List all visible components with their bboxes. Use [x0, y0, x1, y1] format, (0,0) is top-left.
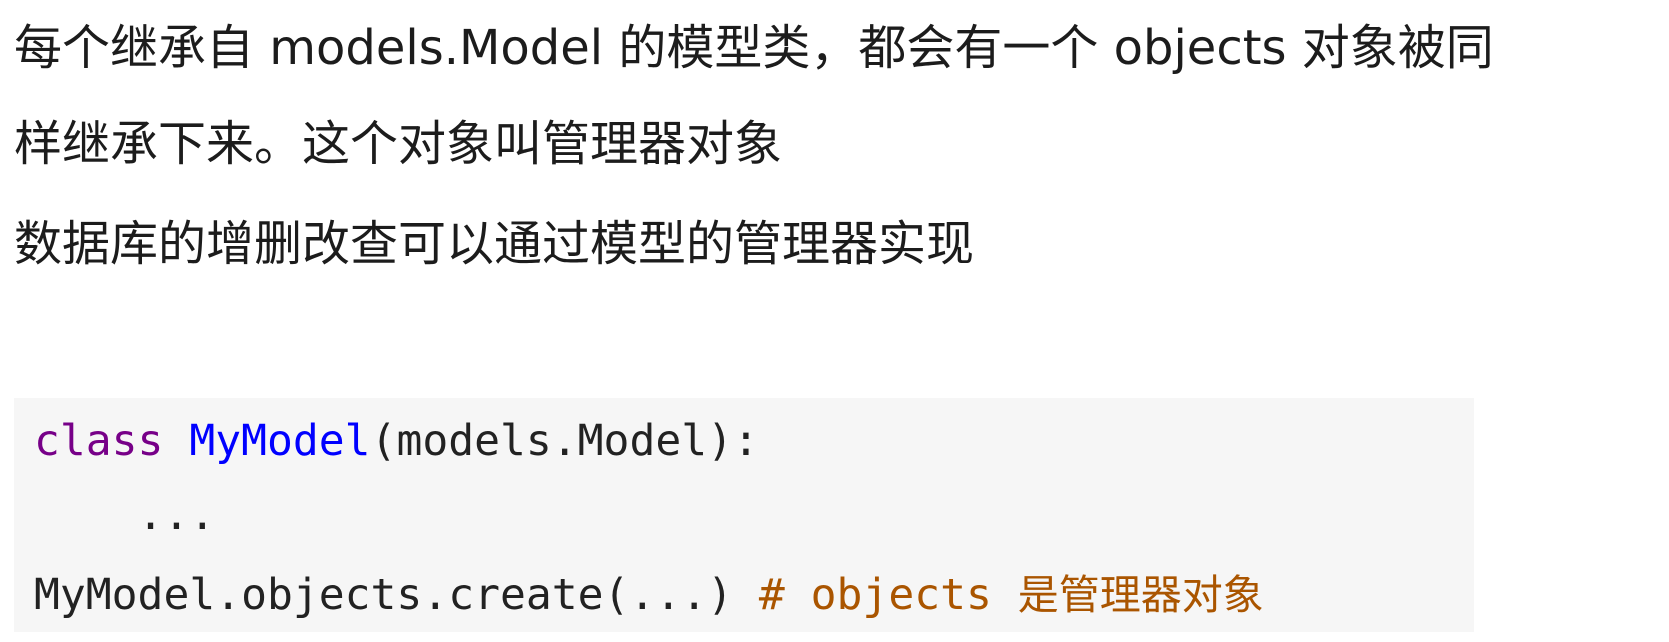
code-ellipsis: ...	[137, 490, 216, 540]
code-line-create: MyModel.objects.create(...) # objects 是管…	[34, 570, 1264, 620]
code-class-name: MyModel	[189, 416, 371, 466]
intro-line-2: 样继承下来。这个对象叫管理器对象	[14, 116, 783, 172]
code-keyword: class	[34, 416, 164, 466]
crud-paragraph: 数据库的增删改查可以通过模型的管理器实现	[14, 216, 975, 272]
intro-line-1: 每个继承自 models.Model 的模型类，都会有一个 objects 对象…	[14, 20, 1494, 76]
code-create-call: MyModel.objects.create(...)	[34, 570, 759, 620]
intro-text: 每个继承自 models.Model 的模型类，都会有一个 objects 对象…	[14, 0, 1494, 192]
code-comment-text: 是管理器对象	[1017, 571, 1264, 619]
code-comment: # objects	[758, 570, 1018, 620]
code-line-class-def: class MyModel(models.Model):	[34, 416, 759, 466]
code-class-base: (models.Model):	[370, 416, 759, 466]
code-line-ellipsis: ...	[34, 490, 216, 540]
code-block: class MyModel(models.Model): ... MyModel…	[14, 398, 1474, 632]
